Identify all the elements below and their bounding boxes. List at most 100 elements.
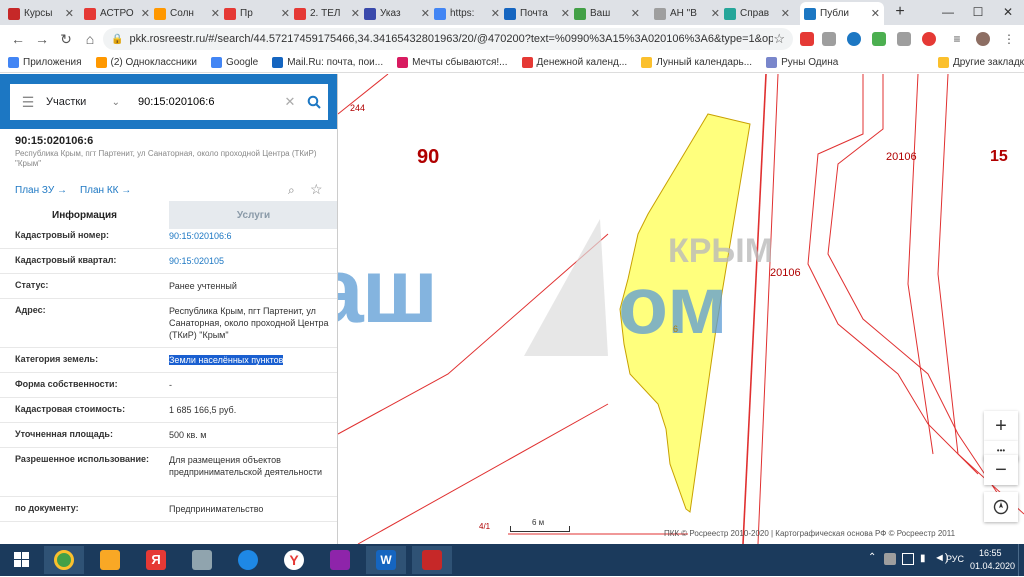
bookmark-label: Руны Одина [781,57,839,68]
object-address: Республика Крым, пгт Партенит, ул Санато… [15,149,317,168]
browser-tab[interactable]: Ваш ✕ [570,2,644,25]
clock-time[interactable]: 16:55 [979,548,1002,558]
acrobat-taskbar-icon[interactable] [412,546,452,574]
locate-icon[interactable]: ⌕ [288,183,295,198]
browser-tab[interactable]: АН "В ✕ [650,2,724,25]
explorer-taskbar-icon[interactable] [90,546,130,574]
map-view[interactable]: Ваш ом КРЫМ 90 20106 15 20106 244 6 4/1 … [338,74,1024,544]
bookmark-item[interactable]: Денежной календ... [521,57,627,68]
winrar-taskbar-icon[interactable] [320,546,360,574]
media-player-taskbar-icon[interactable] [228,546,268,574]
show-desktop-button[interactable] [1018,544,1024,576]
tray-up-icon[interactable]: ⌃ [868,552,876,563]
tray-icon[interactable] [884,553,896,565]
close-tab-icon[interactable]: ✕ [351,7,360,20]
close-tab-icon[interactable]: ✕ [561,7,570,20]
zoom-out-button[interactable]: − [984,455,1018,485]
forward-icon[interactable]: → [30,27,54,51]
bookmark-item[interactable]: Mail.Ru: почта, пои... [272,57,383,68]
reading-list-icon[interactable]: ≡ [950,32,964,46]
object-number: 90:15:020106:6 [15,135,94,147]
calculator-taskbar-icon[interactable] [182,546,222,574]
favicon-icon [804,7,816,20]
clear-icon[interactable]: ✕ [280,94,300,110]
opera-icon[interactable] [922,32,936,46]
category-label: Участки [46,96,87,108]
close-tab-icon[interactable]: ✕ [65,7,74,20]
menu-icon[interactable]: ⋮ [1002,32,1016,46]
close-tab-icon[interactable]: ✕ [711,7,720,20]
close-window-button[interactable]: ✕ [993,3,1023,21]
bookmark-item[interactable]: Мечты сбываются!... [397,57,508,68]
bookmark-item[interactable]: Приложения [8,57,82,68]
plan-zu-link[interactable]: План ЗУ → [15,185,67,196]
search-icon[interactable] [300,84,328,120]
clock-date[interactable]: 01.04.2020 [970,561,1015,571]
zoom-in-button[interactable]: + [984,411,1018,441]
bookmark-item[interactable]: Google [210,57,258,68]
close-tab-icon[interactable]: ✕ [491,7,500,20]
plan-kk-link[interactable]: План КК → [80,185,131,196]
extension-icon[interactable] [847,32,861,46]
battery-icon[interactable] [902,553,914,565]
bookmark-item[interactable]: (2) Одноклассники [95,57,197,68]
attribute-value[interactable]: 90:15:020105 [169,255,337,273]
extension-icon[interactable] [872,32,886,46]
compass-button[interactable] [984,492,1018,522]
word-taskbar-icon[interactable]: W [366,546,406,574]
attribute-value-text: Для размещения объектов предпринимательс… [169,455,322,477]
yandex-taskbar-icon[interactable]: Я [136,546,176,574]
network-icon[interactable]: ▮ [920,553,926,564]
close-tab-icon[interactable]: ✕ [871,7,880,20]
close-tab-icon[interactable]: ✕ [141,7,150,20]
close-tab-icon[interactable]: ✕ [421,7,430,20]
minimize-button[interactable]: — [933,3,963,21]
browser-tab[interactable]: 2. ТЕЛ ✕ [290,2,364,25]
browser-tab[interactable]: Публи ✕ [800,2,884,25]
new-tab-button[interactable]: + [891,3,909,21]
attribute-key: Форма собственности: [15,379,118,389]
home-icon[interactable]: ⌂ [78,27,102,51]
browser-tab[interactable]: АСТРО ✕ [80,2,154,25]
category-select[interactable]: Участки ⌄ [46,96,126,108]
search-input[interactable] [138,96,280,108]
attribute-key: Уточненная площадь: [15,429,113,439]
bookmark-item[interactable]: Руны Одина [766,57,838,68]
adblock-icon[interactable] [800,32,814,46]
browser-tab[interactable]: Курсы ✕ [4,2,78,25]
bookmark-label: Mail.Ru: почта, пои... [287,57,384,68]
extension-icon[interactable] [897,32,911,46]
browser-tab[interactable]: https: ✕ [430,2,504,25]
avatar[interactable] [976,32,990,46]
watermark-text: ом [618,260,728,351]
extension-icon[interactable] [822,32,836,46]
star-icon[interactable]: ☆ [773,31,785,47]
browser-tab[interactable]: Справ ✕ [720,2,794,25]
maximize-button[interactable]: ☐ [963,3,993,21]
attribute-value[interactable]: 90:15:020106:6 [169,230,337,248]
map-label: 20106 [886,151,917,163]
language-indicator[interactable]: РУС [946,554,964,564]
close-tab-icon[interactable]: ✕ [211,7,220,20]
favorite-icon[interactable]: ☆ [310,181,323,198]
browser-tab[interactable]: Указ ✕ [360,2,434,25]
bookmark-label: Лунный календарь... [656,57,753,68]
bookmark-item[interactable]: Лунный календарь... [641,57,752,68]
yandex-browser-taskbar-icon[interactable]: Y [274,546,314,574]
favicon-icon [364,7,376,20]
other-bookmarks[interactable]: Другие закладки [938,57,1024,68]
bookmark-icon [397,57,409,68]
start-button[interactable] [2,546,42,574]
url-field[interactable]: 🔒 pkk.rosreestr.ru/#/search/44.572174591… [103,28,793,50]
browser-tab[interactable]: Пр ✕ [220,2,294,25]
chrome-taskbar-icon[interactable] [44,546,84,574]
tab-label: Пр [240,8,253,19]
close-tab-icon[interactable]: ✕ [281,7,290,20]
reload-icon[interactable]: ↻ [54,27,78,51]
back-icon[interactable]: ← [6,27,30,51]
hamburger-icon[interactable]: ☰ [10,84,46,120]
browser-tab[interactable]: Почта ✕ [500,2,574,25]
close-tab-icon[interactable]: ✕ [781,7,790,20]
close-tab-icon[interactable]: ✕ [631,7,640,20]
browser-tab[interactable]: Солн ✕ [150,2,224,25]
